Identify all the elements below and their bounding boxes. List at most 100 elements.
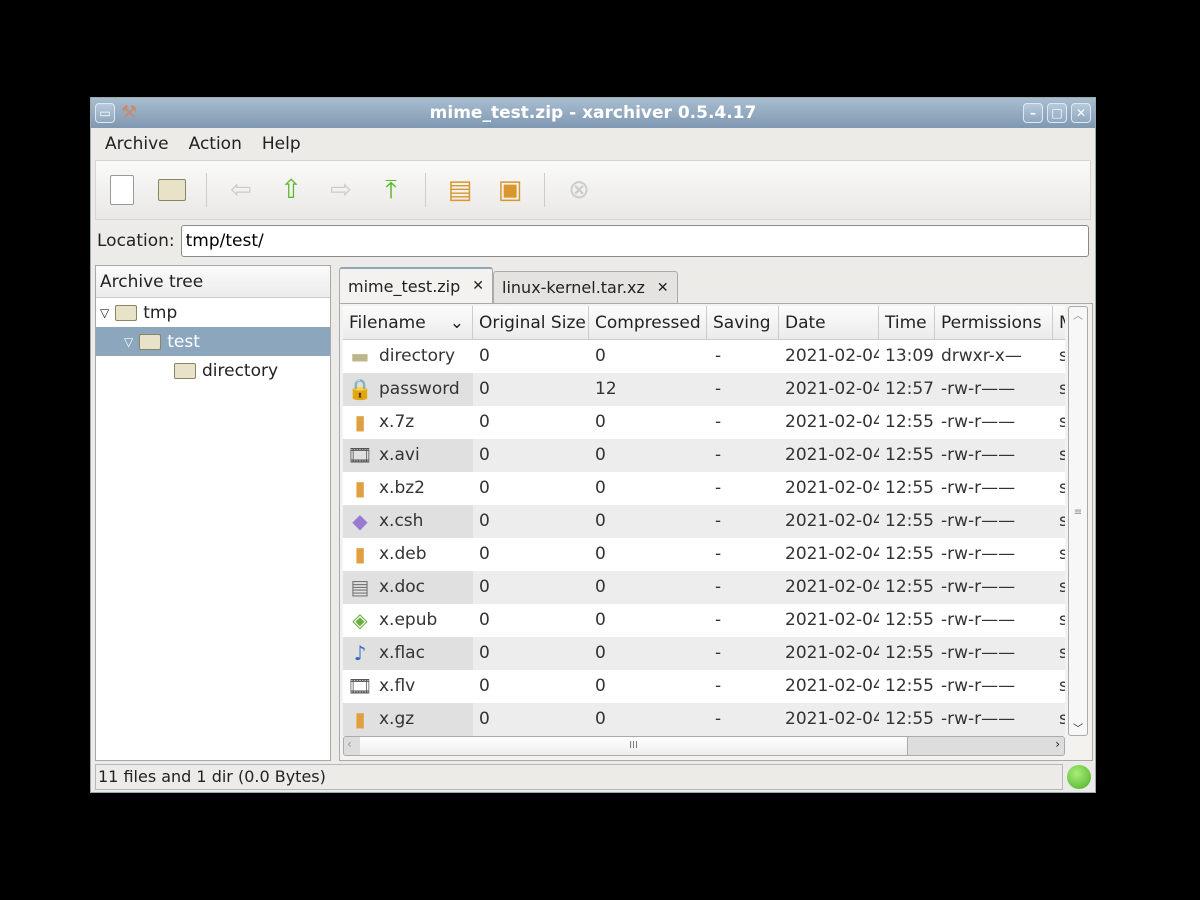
cell-date: 2021-02-04 [785,643,879,663]
filename: directory [379,346,456,366]
tree-item-directory[interactable]: directory [96,356,330,385]
up-button[interactable]: ⇧ [275,174,307,206]
home-button[interactable]: ⤒ [375,174,407,206]
scroll-up-icon[interactable]: ︿ [1069,307,1087,322]
cell-saving: - [715,478,722,498]
audio-icon: ♪ [353,641,367,665]
table-row[interactable]: ▬ directory 0 0 - 2021-02-04 13:09 drwxr-… [343,340,1065,373]
expander-icon[interactable]: ▽ [124,335,133,349]
archive-tree-header: Archive tree [96,266,330,298]
cell-saving: - [715,610,722,630]
column-date[interactable]: Date [779,306,879,339]
close-tab-icon[interactable]: ✕ [657,280,669,296]
column-compressed[interactable]: Compressed [589,306,707,339]
table-row[interactable]: 🎞 x.flv 0 0 - 2021-02-04 12:55 -rw-r—— s [343,670,1065,703]
archive-tabs: mime_test.zip ✕ linux-kernel.tar.xz ✕ [339,267,678,303]
cell-compressed: 0 [595,478,606,498]
scroll-down-icon[interactable]: ﹀ [1069,720,1087,735]
horizontal-scrollbar[interactable]: III ‹ › [343,736,1065,756]
table-row[interactable]: ◈ x.epub 0 0 - 2021-02-04 12:55 -rw-r—— s [343,604,1065,637]
menu-help[interactable]: Help [262,134,301,154]
column-more[interactable]: M [1053,306,1065,339]
maximize-button[interactable]: □ [1047,103,1067,123]
add-button[interactable]: ▣ [494,174,526,206]
column-original-size[interactable]: Original Size [473,306,589,339]
tab-mime-test-zip[interactable]: mime_test.zip ✕ [339,267,494,303]
extract-button[interactable]: ▤ [444,174,476,206]
filename: password [379,379,460,399]
table-row[interactable]: 🔒 password 0 12 - 2021-02-04 12:57 -rw-r—… [343,373,1065,406]
cell-more: s [1059,643,1065,663]
column-time[interactable]: Time [879,306,935,339]
cell-permissions: -rw-r—— [941,412,1016,432]
cell-more: s [1059,445,1065,465]
cell-filename: ▮ x.gz [343,703,473,736]
cell-filename: 🎞 x.flv [343,670,473,703]
table-row[interactable]: ▤ x.doc 0 0 - 2021-02-04 12:55 -rw-r—— s [343,571,1065,604]
file-table: Filename ⌄ Original Size Compressed Savi… [343,306,1065,736]
table-row[interactable]: ♪ x.flac 0 0 - 2021-02-04 12:55 -rw-r—— s [343,637,1065,670]
cell-compressed: 0 [595,610,606,630]
open-archive-icon [158,179,186,201]
close-tab-icon[interactable]: ✕ [472,278,484,294]
cell-filename: 🎞 x.avi [343,439,473,472]
file-list-panel: Filename ⌄ Original Size Compressed Savi… [339,303,1093,761]
scroll-thumb[interactable]: III [360,737,908,755]
table-row[interactable]: ▮ x.7z 0 0 - 2021-02-04 12:55 -rw-r—— s [343,406,1065,439]
new-archive-button[interactable] [106,174,138,206]
archive-icon: ▮ [354,410,366,434]
cell-compressed: 12 [595,379,617,399]
table-row[interactable]: 🎞 x.avi 0 0 - 2021-02-04 12:55 -rw-r—— s [343,439,1065,472]
tab-linux-kernel[interactable]: linux-kernel.tar.xz ✕ [493,271,678,303]
menu-archive[interactable]: Archive [105,134,169,154]
column-filename[interactable]: Filename ⌄ [343,306,473,339]
cell-time: 12:55 [885,445,934,465]
cell-date: 2021-02-04 [785,544,879,564]
column-saving[interactable]: Saving [707,306,779,339]
location-input[interactable] [180,225,1089,257]
cell-original-size: 0 [479,643,490,663]
folder-icon [174,362,196,379]
cell-saving: - [715,544,722,564]
cell-saving: - [715,643,722,663]
tree-item-tmp[interactable]: ▽ tmp [96,298,330,327]
scroll-right-icon[interactable]: › [1055,737,1060,751]
cell-time: 12:55 [885,610,934,630]
table-header: Filename ⌄ Original Size Compressed Savi… [343,306,1065,340]
table-row[interactable]: ▮ x.deb 0 0 - 2021-02-04 12:55 -rw-r—— s [343,538,1065,571]
script-icon: ◆ [352,509,368,533]
archive-icon: ▮ [354,707,366,731]
window-menu-button[interactable]: ▭ [95,103,115,123]
cell-saving: - [715,709,722,729]
cell-original-size: 0 [479,412,490,432]
vertical-scrollbar[interactable]: ︿ ≡ ﹀ [1068,306,1088,736]
cell-more: s [1059,511,1065,531]
app-icon: ⚒ [121,102,138,123]
cell-permissions: -rw-r—— [941,478,1016,498]
cell-original-size: 0 [479,511,490,531]
back-button[interactable]: ⇦ [225,174,257,206]
expander-icon[interactable]: ▽ [100,306,109,320]
filename: x.deb [379,544,427,564]
table-row[interactable]: ◆ x.csh 0 0 - 2021-02-04 12:55 -rw-r—— s [343,505,1065,538]
table-row[interactable]: ▮ x.gz 0 0 - 2021-02-04 12:55 -rw-r—— s [343,703,1065,736]
table-row[interactable]: ▮ x.bz2 0 0 - 2021-02-04 12:55 -rw-r—— s [343,472,1065,505]
extract-icon: ▤ [447,175,473,205]
forward-button[interactable]: ⇨ [325,174,357,206]
cell-original-size: 0 [479,544,490,564]
cell-filename: 🔒 password [343,373,473,406]
scroll-left-icon[interactable]: ‹ [347,737,352,751]
cell-time: 12:57 [885,379,934,399]
scroll-grip-icon[interactable]: ≡ [1069,507,1087,518]
close-button[interactable]: ✕ [1071,103,1091,123]
tree-item-test[interactable]: ▽ test [96,327,330,356]
column-permissions[interactable]: Permissions [935,306,1053,339]
filename: x.7z [379,412,415,432]
open-archive-button[interactable] [156,174,188,206]
cell-filename: ♪ x.flac [343,637,473,670]
menu-action[interactable]: Action [189,134,242,154]
tree-item-label: directory [202,360,279,381]
stop-button[interactable]: ⊗ [563,174,595,206]
minimize-button[interactable]: – [1023,103,1043,123]
filename: x.csh [379,511,424,531]
